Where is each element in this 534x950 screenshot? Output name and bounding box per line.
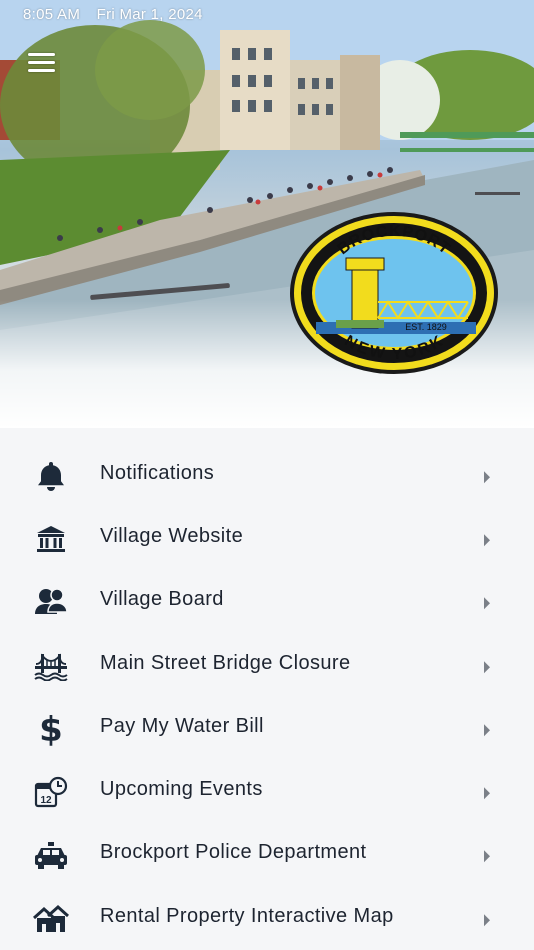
menu-item-label: Notifications xyxy=(100,461,215,484)
chevron-right-icon xyxy=(484,660,490,673)
seal-est: EST. 1829 xyxy=(405,322,447,332)
calendar-clock-icon: 12 xyxy=(33,774,69,810)
menu-item-label: Upcoming Events xyxy=(100,778,263,801)
menu-item-police-department[interactable]: Brockport Police Department xyxy=(0,824,534,887)
menu-item-label: Village Website xyxy=(100,525,244,548)
bell-icon xyxy=(33,458,69,494)
hero-banner: 8:05 AM Fri Mar 1, 2024 EST. 1829 BROCKP… xyxy=(0,0,534,428)
people-icon xyxy=(33,584,69,620)
chevron-right-icon xyxy=(484,597,490,610)
menu-item-rental-map[interactable]: Rental Property Interactive Map xyxy=(0,887,534,950)
chevron-right-icon xyxy=(484,787,490,800)
menu-item-label: Pay My Water Bill xyxy=(100,715,264,738)
svg-text:$: $ xyxy=(39,712,63,746)
menu-item-bridge-closure[interactable]: Main Street Bridge Closure xyxy=(0,634,534,697)
status-date: Fri Mar 1, 2024 xyxy=(96,6,203,23)
bridge-icon xyxy=(33,648,69,684)
brockport-seal-logo: EST. 1829 BROCKPORT NEW YORK xyxy=(290,212,498,374)
svg-text:12: 12 xyxy=(40,795,52,806)
menu-item-notifications[interactable]: Notifications xyxy=(0,444,534,507)
menu-item-upcoming-events[interactable]: 12 Upcoming Events xyxy=(0,760,534,823)
menu-item-label: Rental Property Interactive Map xyxy=(100,904,394,927)
building-icon xyxy=(33,521,69,557)
menu-item-label: Main Street Bridge Closure xyxy=(100,651,351,674)
menu-item-label: Brockport Police Department xyxy=(100,841,367,864)
hamburger-menu-icon[interactable] xyxy=(28,53,56,77)
main-menu-list: Notifications Village Website Village Bo… xyxy=(0,428,534,950)
chevron-right-icon xyxy=(484,850,490,863)
status-time: 8:05 AM xyxy=(23,6,81,23)
police-car-icon xyxy=(33,837,69,873)
houses-icon xyxy=(33,901,69,937)
status-bar: 8:05 AM Fri Mar 1, 2024 xyxy=(23,6,215,23)
menu-item-pay-water-bill[interactable]: $ Pay My Water Bill xyxy=(0,697,534,760)
chevron-right-icon xyxy=(484,913,490,926)
chevron-right-icon xyxy=(484,534,490,547)
chevron-right-icon xyxy=(484,724,490,737)
menu-item-label: Village Board xyxy=(100,588,224,611)
dollar-icon: $ xyxy=(33,711,69,747)
menu-item-village-website[interactable]: Village Website xyxy=(0,507,534,570)
menu-item-village-board[interactable]: Village Board xyxy=(0,571,534,634)
chevron-right-icon xyxy=(484,470,490,483)
